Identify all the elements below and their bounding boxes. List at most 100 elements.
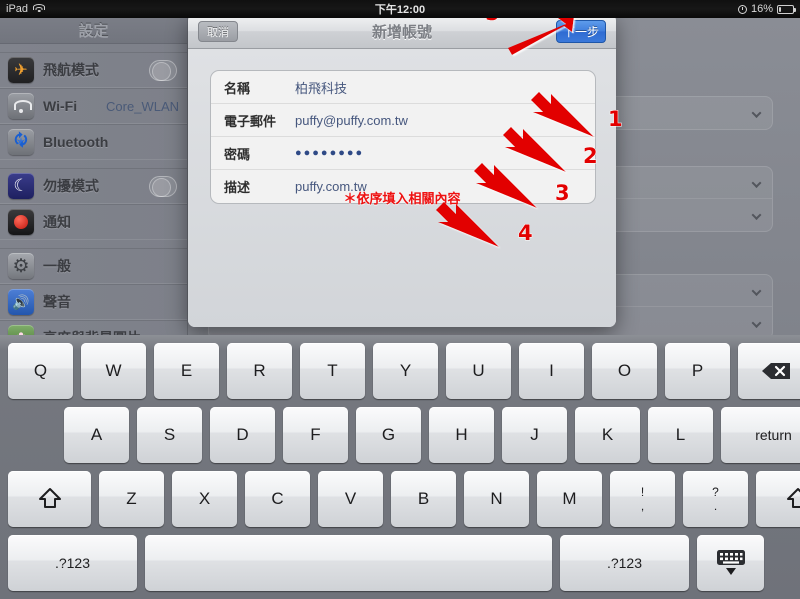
sidebar-item-label: 飛航模式 — [43, 62, 99, 78]
sidebar-item-label: 勿擾模式 — [43, 178, 99, 194]
key-?.[interactable]: ?. — [683, 471, 748, 527]
shift-icon[interactable] — [756, 471, 800, 527]
key-label: L — [675, 425, 686, 444]
sidebar-item-通知[interactable]: 通知 — [0, 204, 187, 240]
sidebar-item-亮度與背景圖片[interactable]: 亮度與背景圖片 — [0, 320, 187, 335]
battery-icon — [777, 4, 796, 14]
key-m[interactable]: M — [537, 471, 602, 527]
settings-sidebar[interactable]: 設定 飛航模式 Wi-Fi Core_WLAN Bluetooth 勿擾模式通知一般聲音… — [0, 18, 188, 335]
sidebar-item-bluetooth[interactable]: Bluetooth — [0, 124, 187, 160]
onscreen-keyboard[interactable]: Q W E R T Y U I O P A S D F G H J K Lreturn Z X C V B N M!,?. .?12… — [0, 335, 800, 599]
key-label: M — [562, 489, 577, 508]
key-a[interactable]: A — [64, 407, 129, 463]
sidebar-item-label: Wi-Fi — [43, 98, 78, 114]
chevron-right-icon — [751, 318, 762, 328]
sidebar-item-value: Core_WLAN — [106, 98, 179, 114]
key-q[interactable]: Q — [8, 343, 73, 399]
key-r[interactable]: R — [227, 343, 292, 399]
sidebar-group: 一般聲音亮度與背景圖片 — [0, 248, 187, 335]
key-.?123[interactable]: .?123 — [8, 535, 137, 591]
key-label: D — [236, 425, 249, 444]
key-w[interactable]: W — [81, 343, 146, 399]
key-.?123[interactable]: .?123 — [560, 535, 689, 591]
key-z[interactable]: Z — [99, 471, 164, 527]
key-primary-label: ? — [712, 485, 719, 500]
wifi-icon — [8, 93, 34, 119]
keyboard-row: Z X C V B N M!,?. — [0, 471, 800, 527]
key-l[interactable]: L — [648, 407, 713, 463]
key-c[interactable]: C — [245, 471, 310, 527]
sidebar-item-聲音[interactable]: 聲音 — [0, 284, 187, 320]
key-u[interactable]: U — [446, 343, 511, 399]
page-title: 設定 — [0, 18, 187, 44]
sidebar-item-label: 通知 — [43, 214, 71, 230]
form-row-text[interactable]: 名稱 柏飛科技 — [211, 71, 595, 104]
wallpaper-icon — [8, 325, 34, 335]
key-label: Q — [33, 361, 48, 380]
instruction-hint: ＊依序填入相關內容 — [343, 191, 461, 206]
hide-keyboard-icon[interactable] — [697, 535, 764, 591]
key-secondary-label: . — [713, 498, 718, 513]
key-x[interactable]: X — [172, 471, 237, 527]
key-e[interactable]: E — [154, 343, 219, 399]
field-value[interactable]: 柏飛科技 — [295, 78, 347, 97]
key-s[interactable]: S — [137, 407, 202, 463]
key-t[interactable]: T — [300, 343, 365, 399]
sidebar-item-飛航模式[interactable]: 飛航模式 — [0, 52, 187, 88]
key-g[interactable]: G — [356, 407, 421, 463]
airplane-icon — [8, 57, 34, 83]
shift-icon[interactable] — [8, 471, 91, 527]
key-b[interactable]: B — [391, 471, 456, 527]
add-account-modal: 取消 新增帳號 下一步 名稱 柏飛科技電子郵件 puffy@puffy.com.tw… — [188, 14, 616, 327]
key-label: O — [617, 361, 632, 380]
key-f[interactable]: F — [283, 407, 348, 463]
key-label: R — [253, 361, 266, 380]
sidebar-item-勿擾模式[interactable]: 勿擾模式 — [0, 168, 187, 204]
notifications-icon — [8, 209, 34, 235]
key-n[interactable]: N — [464, 471, 529, 527]
key-space[interactable] — [145, 535, 552, 591]
key-secondary-label: , — [640, 498, 645, 513]
form-row-password[interactable]: 密碼 ●●●●●●●● — [211, 137, 595, 170]
key-h[interactable]: H — [429, 407, 494, 463]
sidebar-item-label: Bluetooth — [43, 134, 109, 150]
key-v[interactable]: V — [318, 471, 383, 527]
key-label: X — [198, 489, 211, 508]
key-k[interactable]: K — [575, 407, 640, 463]
next-button[interactable]: 下一步 — [556, 20, 606, 43]
key-p[interactable]: P — [665, 343, 730, 399]
key-label: .?123 — [54, 555, 91, 571]
password-field[interactable]: ●●●●●●●● — [295, 147, 364, 159]
key-label: I — [549, 361, 554, 380]
clock-icon — [737, 4, 747, 14]
speaker-icon — [8, 289, 34, 315]
key-!,[interactable]: !, — [610, 471, 675, 527]
toggle-switch[interactable] — [149, 175, 177, 197]
key-label: N — [490, 489, 503, 508]
keyboard-row: Q WE R T Y U I O P — [0, 343, 800, 399]
modal-body: 名稱 柏飛科技 電子郵件 puffy@puffy.com.tw 密碼 ●●●●●●●● 描述… — [188, 49, 616, 327]
key-o[interactable]: O — [592, 343, 657, 399]
modal-header: 取消 新增帳號 下一步 — [188, 14, 616, 49]
key-y[interactable]: Y — [373, 343, 438, 399]
sidebar-item-label: 聲音 — [43, 294, 71, 310]
backspace-icon[interactable] — [738, 343, 800, 399]
key-label: J — [530, 425, 539, 444]
key-i[interactable]: I — [519, 343, 584, 399]
status-bar-time: 下午12:00 — [374, 4, 426, 16]
key-label: G — [381, 425, 396, 444]
field-label: 名稱 — [224, 80, 251, 96]
key-return[interactable]: return — [721, 407, 800, 463]
form-row-email[interactable]: 電子郵件 puffy@puffy.com.tw — [211, 104, 595, 137]
status-bar-right: 16% — [737, 3, 796, 15]
account-form: 名稱 柏飛科技 電子郵件 puffy@puffy.com.tw 密碼 ●●●●●●●● 描述… — [210, 70, 596, 204]
key-d[interactable]: D — [210, 407, 275, 463]
key-label: Y — [399, 361, 412, 380]
toggle-switch[interactable] — [149, 59, 177, 81]
sidebar-item-wi-fi[interactable]: Wi-Fi Core_WLAN — [0, 88, 187, 124]
key-j[interactable]: J — [502, 407, 567, 463]
key-primary-label: ! — [640, 485, 645, 500]
field-value[interactable]: puffy@puffy.com.tw — [295, 113, 408, 128]
sidebar-item-一般[interactable]: 一般 — [0, 248, 187, 284]
key-label: F — [310, 425, 321, 444]
